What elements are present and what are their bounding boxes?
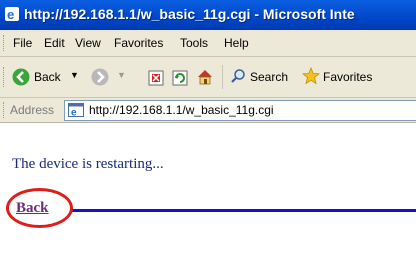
star-icon <box>302 67 320 85</box>
back-button[interactable]: Back ▼ <box>12 67 82 87</box>
home-icon[interactable] <box>196 67 214 87</box>
toolbar-grip[interactable] <box>3 35 6 51</box>
toolbar-separator <box>222 65 223 89</box>
standard-toolbar: Back ▼ ▼ Search Favorites <box>0 57 416 98</box>
toolbar-grip[interactable] <box>3 102 6 118</box>
forward-arrow-icon <box>91 68 109 86</box>
favorites-button[interactable]: Favorites <box>302 67 416 87</box>
back-label: Back <box>34 70 61 84</box>
chevron-down-icon[interactable]: ▼ <box>117 70 126 80</box>
annotation-circle <box>6 188 73 228</box>
chevron-down-icon[interactable]: ▼ <box>70 70 79 80</box>
page-content: The device is restarting... Back <box>0 123 416 264</box>
favorites-label: Favorites <box>323 70 373 84</box>
menu-bar: File Edit View Favorites Tools Help <box>0 30 416 57</box>
page-icon: e <box>68 103 84 117</box>
window-title: http://192.168.1.1/w_basic_11g.cgi - Mic… <box>24 6 355 22</box>
title-bar: e http://192.168.1.1/w_basic_11g.cgi - M… <box>0 0 416 30</box>
svg-text:e: e <box>7 7 14 21</box>
horizontal-rule <box>72 209 416 212</box>
menu-tools[interactable]: Tools <box>180 36 208 50</box>
address-bar: Address e http://192.168.1.1/w_basic_11g… <box>0 98 416 123</box>
address-label: Address <box>10 103 55 117</box>
menu-help[interactable]: Help <box>224 36 249 50</box>
search-button[interactable]: Search <box>230 67 296 87</box>
toolbar-grip[interactable] <box>3 67 6 87</box>
address-url: http://192.168.1.1/w_basic_11g.cgi <box>89 103 274 117</box>
menu-file[interactable]: File <box>13 36 32 50</box>
stop-icon[interactable] <box>148 68 164 88</box>
address-input[interactable]: e http://192.168.1.1/w_basic_11g.cgi <box>64 100 416 121</box>
search-icon <box>231 69 245 83</box>
refresh-icon[interactable] <box>172 68 188 88</box>
back-arrow-icon <box>12 68 30 86</box>
status-message: The device is restarting... <box>12 156 164 172</box>
menu-edit[interactable]: Edit <box>44 36 65 50</box>
menu-view[interactable]: View <box>75 36 101 50</box>
svg-text:e: e <box>71 108 77 118</box>
menu-favorites[interactable]: Favorites <box>114 36 163 50</box>
internet-explorer-icon: e <box>5 7 19 21</box>
forward-button[interactable]: ▼ <box>91 67 127 87</box>
search-label: Search <box>250 70 289 84</box>
